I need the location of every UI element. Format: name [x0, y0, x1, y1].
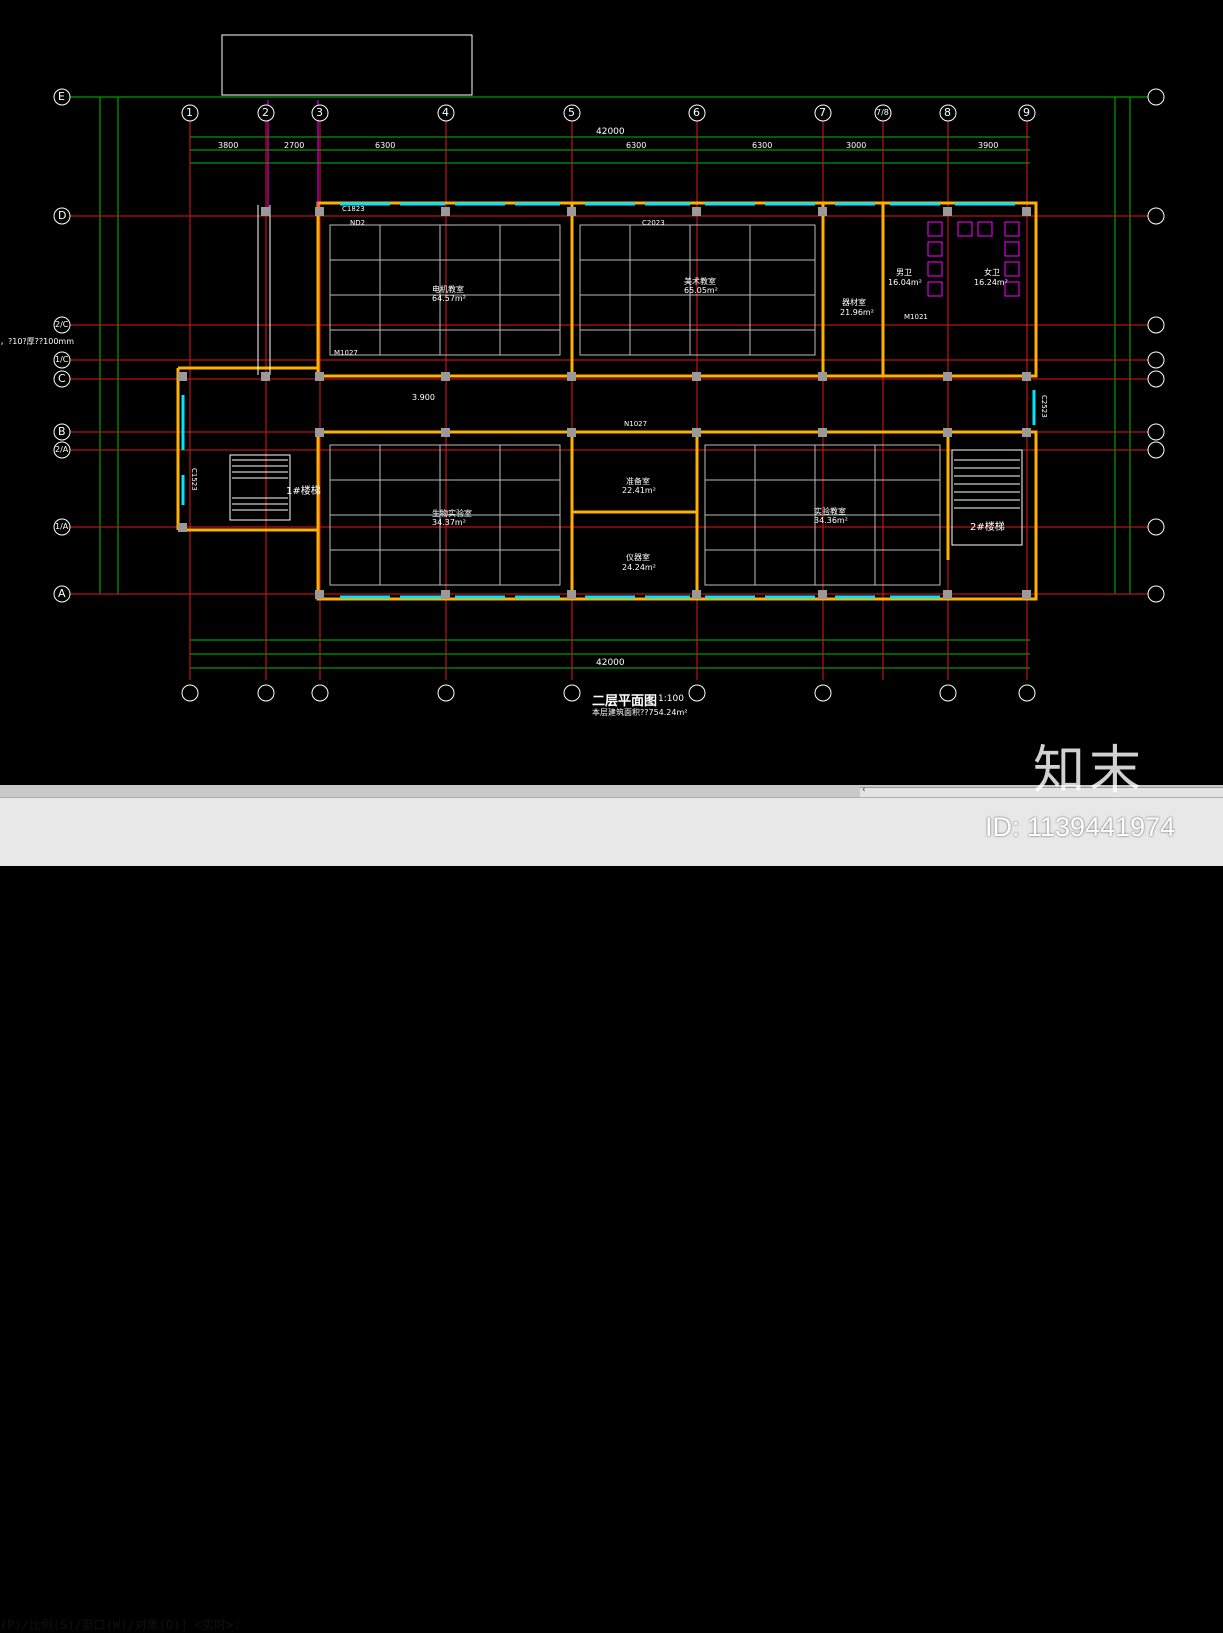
- watermark-logo: 知末: [1033, 741, 1146, 801]
- windows: [181, 202, 1036, 599]
- desk-grids: [329, 224, 941, 586]
- stair-outlines: [221, 34, 1023, 546]
- command-prompt[interactable]: (P)/比例(S)/窗口(W)/对象(O)] <实时>:: [0, 1616, 241, 1633]
- walls: [176, 201, 1038, 601]
- toilet-fixtures: [267, 100, 1020, 297]
- dimension-lines: [60, 96, 1160, 669]
- cad-drawing-canvas[interactable]: 1 2 3 4 5 6 7 7/8 8 9 E D 2/C 1/C C B 2/…: [0, 0, 1223, 785]
- grid-bubbles: [53, 88, 1165, 702]
- structural-columns: [178, 207, 1031, 599]
- stair-treads: [232, 459, 1020, 511]
- watermark-id: ID: 1139441974: [985, 812, 1176, 842]
- floor-plan-svg: [53, 34, 1165, 702]
- scroll-left-icon[interactable]: ‹: [862, 785, 866, 795]
